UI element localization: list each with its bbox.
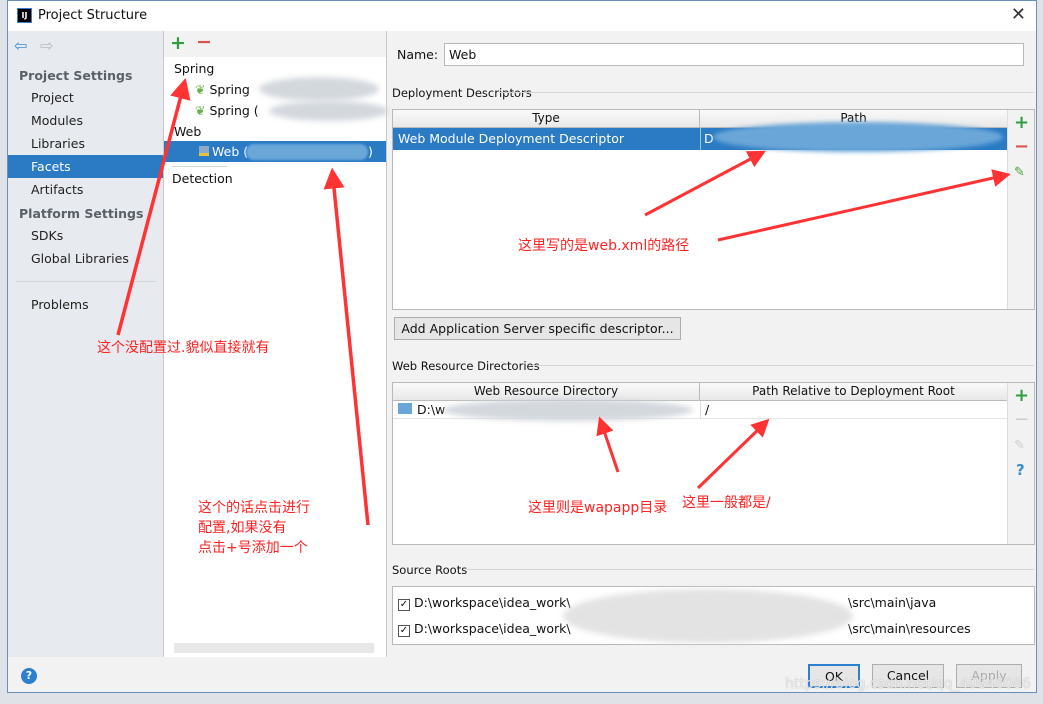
arrow: [717, 169, 1011, 242]
arrow: [116, 77, 191, 336]
annotation-text: 这个没配置过.貌似直接就有: [97, 340, 270, 356]
annotation-text: 这里则是wapapp目录: [528, 500, 668, 516]
annotation-text: 这里一般都是/: [682, 495, 771, 511]
arrow: [696, 418, 770, 490]
arrow: [323, 167, 370, 526]
annotation-text: 这里写的是web.xml的路径: [518, 238, 690, 254]
annotation-text: 这个的话点击进行 配置,如果没有 点击+号添加一个: [198, 500, 310, 556]
arrow: [596, 416, 620, 473]
arrow: [644, 150, 766, 217]
